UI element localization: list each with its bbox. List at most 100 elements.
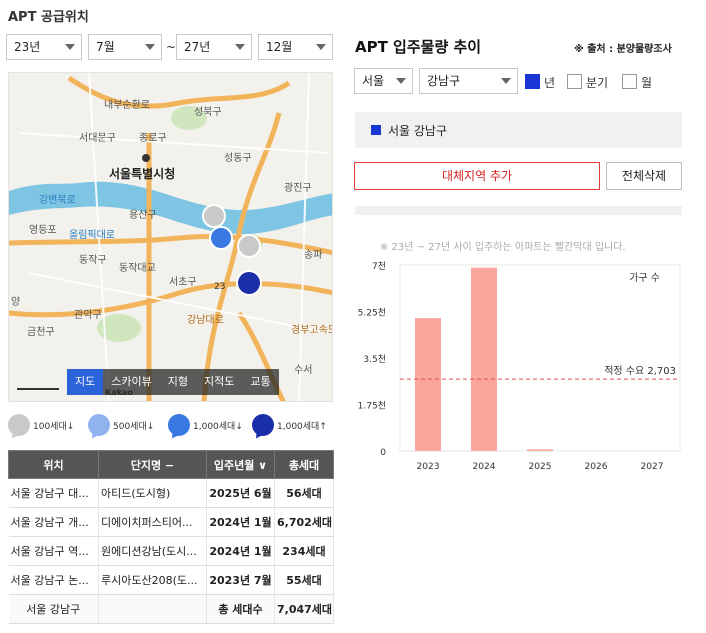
- supply-trend-chart: 0 1.75천 3.5천 5.25천 7천 2023 2024 2025 2026 2027 적정 …: [358, 261, 681, 472]
- chevron-down-icon: [145, 44, 155, 50]
- marker-legend: 100세대↓ 500세대↓ 1,000세대↓ 1,000세대↑: [8, 414, 338, 444]
- section-title: APT 공급위치: [8, 10, 89, 25]
- cell-location: 서울 강남구 대...: [8, 478, 99, 508]
- map-tab-terrain[interactable]: 지형: [160, 369, 196, 395]
- apt-pin-icon: [252, 414, 274, 436]
- map-label: 올림픽대로: [69, 229, 115, 241]
- legend-label: 가구 수: [629, 272, 660, 284]
- start-month-value: 7월: [96, 40, 115, 54]
- map-label: 관악구: [74, 309, 102, 321]
- map-label: 성동구: [224, 152, 252, 164]
- table-row[interactable]: 서울 강남구 논... 루시아도산208(도... 2023년 7월 55세대: [8, 565, 334, 595]
- col-header-households[interactable]: 총세대: [274, 450, 334, 479]
- chart-bar: [527, 449, 553, 451]
- map-label: 성북구: [194, 106, 222, 118]
- cell-complex[interactable]: 루시아도산208(도...: [98, 565, 207, 595]
- data-source: ※ 출처 : 분양물량조사: [574, 44, 672, 55]
- map-canvas[interactable]: 서울특별시청 내부순환로 성북구 서대문구 종로구 성동구 광진구 강변북로 올…: [9, 73, 333, 402]
- apt-pin-icon: [8, 414, 30, 436]
- x-tick-label: 2025: [529, 462, 552, 472]
- summary-label: 총 세대수: [206, 594, 275, 624]
- cell-households: 234세대: [274, 536, 334, 566]
- table-row[interactable]: 서울 강남구 개... 디에이치퍼스티어... 2024년 1월 6,702세대: [8, 507, 334, 537]
- map-label: 송파: [304, 249, 322, 261]
- x-tick-label: 2026: [585, 462, 608, 472]
- apt-marker-100[interactable]: [237, 234, 261, 258]
- period-quarter-checkbox[interactable]: [567, 74, 582, 89]
- selected-region-box: 서울 강남구: [355, 112, 682, 148]
- apt-pin-icon: [88, 414, 110, 436]
- end-year-select[interactable]: 27년: [176, 34, 252, 60]
- chart-note: ※ 23년 ~ 27년 사이 입주하는 아파트는 빨간막대 입니다.: [380, 242, 626, 253]
- legend-item: 500세대↓: [88, 414, 154, 436]
- map-tab-map[interactable]: 지도: [67, 369, 104, 395]
- table-row[interactable]: 서울 강남구 대... 아티드(도시형) 2025년 6월 56세대: [8, 478, 334, 508]
- map-label: 23: [214, 282, 225, 292]
- y-tick-label: 5.25천: [358, 308, 386, 319]
- add-region-button[interactable]: 대체지역 추가: [354, 162, 600, 190]
- legend-item: 100세대↓: [8, 414, 74, 436]
- cell-location: 서울 강남구 논...: [8, 565, 99, 595]
- district-select[interactable]: 강남구: [419, 68, 518, 94]
- cell-complex[interactable]: 디에이치퍼스티어...: [98, 507, 207, 537]
- col-header-move-in[interactable]: 입주년월 ∨: [206, 450, 275, 479]
- map-label: 용산구: [129, 209, 157, 221]
- period-month-checkbox[interactable]: [622, 74, 637, 89]
- table-summary-row: 서울 강남구 총 세대수 7,047세대: [8, 594, 334, 624]
- city-hall-marker: [142, 154, 150, 162]
- cell-location: 서울 강남구 역...: [8, 536, 99, 566]
- city-select[interactable]: 서울: [354, 68, 413, 94]
- end-month-value: 12월: [266, 40, 293, 54]
- delete-all-button[interactable]: 전체삭제: [606, 162, 682, 190]
- cell-move-in: 2025년 6월: [206, 478, 275, 508]
- map-label: 동작대교: [119, 262, 156, 274]
- end-month-select[interactable]: 12월: [258, 34, 333, 60]
- apt-marker-1000-plus[interactable]: [236, 270, 262, 296]
- cell-complex[interactable]: 아티드(도시형): [98, 478, 207, 508]
- apt-pin-icon: [168, 414, 190, 436]
- summary-empty: [98, 594, 207, 624]
- legend-item: 1,000세대↓: [168, 414, 243, 436]
- cell-location: 서울 강남구 개...: [8, 507, 99, 537]
- cell-move-in: 2024년 1월: [206, 507, 275, 537]
- map-tab-skyview[interactable]: 스카이뷰: [103, 369, 159, 395]
- map-label: 경부고속도로: [291, 323, 333, 336]
- table-row[interactable]: 서울 강남구 역... 원에디션강남(도시... 2024년 1월 234세대: [8, 536, 334, 566]
- end-year-value: 27년: [184, 40, 211, 54]
- range-separator: ~: [166, 40, 177, 54]
- map-label: 강남대로: [187, 314, 224, 326]
- chevron-down-icon: [501, 78, 511, 84]
- map-label: 내부순환로: [104, 99, 150, 111]
- map-label: 서울특별시청: [109, 166, 175, 181]
- reference-line-label: 적정 수요 2,703: [604, 365, 676, 377]
- y-tick-label: 0: [380, 448, 386, 458]
- city-value: 서울: [362, 74, 385, 88]
- x-tick-label: 2023: [417, 462, 440, 472]
- period-month-label: 월: [641, 76, 653, 90]
- y-tick-label: 1.75천: [358, 401, 386, 412]
- legend-label: 500세대↓: [113, 421, 155, 432]
- y-tick-label: 7천: [372, 261, 386, 272]
- chevron-down-icon: [65, 44, 75, 50]
- selected-region-label: 서울 강남구: [388, 124, 448, 138]
- district-value: 강남구: [427, 74, 461, 88]
- map-tab-traffic[interactable]: 교통: [242, 369, 278, 395]
- apt-marker-1000[interactable]: [209, 226, 233, 250]
- table-header-row: 위치 단지명 − 입주년월 ∨ 총세대: [8, 450, 334, 479]
- period-quarter-label: 분기: [586, 76, 609, 90]
- start-year-select[interactable]: 23년: [6, 34, 82, 60]
- map-label: 서초구: [169, 276, 197, 288]
- col-header-complex[interactable]: 단지명 −: [98, 450, 207, 479]
- summary-region: 서울 강남구: [8, 594, 99, 624]
- cell-complex[interactable]: 원에디션강남(도시...: [98, 536, 207, 566]
- cell-move-in: 2024년 1월: [206, 536, 275, 566]
- period-year-checkbox[interactable]: [525, 74, 540, 89]
- cell-households: 56세대: [274, 478, 334, 508]
- map-view[interactable]: 서울특별시청 내부순환로 성북구 서대문구 종로구 성동구 광진구 강변북로 올…: [8, 72, 333, 402]
- col-header-location[interactable]: 위치: [8, 450, 99, 479]
- start-month-select[interactable]: 7월: [88, 34, 162, 60]
- legend-label: 100세대↓: [33, 421, 75, 432]
- cell-households: 6,702세대: [274, 507, 334, 537]
- map-tab-cadastral[interactable]: 지적도: [196, 369, 242, 395]
- apt-marker-100[interactable]: [202, 204, 226, 228]
